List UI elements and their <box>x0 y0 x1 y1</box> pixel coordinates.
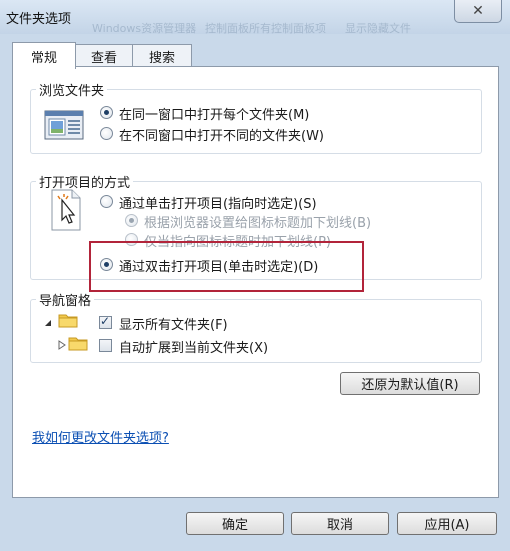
tab-label: 常规 <box>30 50 57 66</box>
expand-arrow-icon <box>44 316 52 331</box>
background-text: 控制面板所有控制面板项 <box>205 22 326 35</box>
title-bar: 文件夹选项 Windows资源管理器 控制面板所有控制面板项 显示隐藏文件 ✕ <box>0 0 510 35</box>
browse-folders-title: 浏览文件夹 <box>36 80 108 99</box>
tab-search[interactable]: 搜索 <box>132 44 192 67</box>
ok-button[interactable]: 确定 <box>186 512 284 535</box>
navigation-pane-title: 导航窗格 <box>36 290 95 309</box>
close-icon: ✕ <box>472 3 484 19</box>
collapsed-arrow-icon <box>58 339 66 354</box>
underline-browser-radio[interactable] <box>125 214 138 227</box>
tab-view[interactable]: 查看 <box>74 44 134 67</box>
show-all-folders-label: 显示所有文件夹(F) <box>119 318 228 333</box>
underline-browser-label: 根据浏览器设置给图标标题加下划线(B) <box>144 216 372 231</box>
folder-window-icon <box>44 110 84 144</box>
cancel-button[interactable]: 取消 <box>291 512 389 535</box>
cancel-label: 取消 <box>326 518 353 533</box>
show-all-folders-checkbox[interactable] <box>99 314 112 329</box>
tab-label: 搜索 <box>148 50 175 66</box>
single-click-label: 通过单击打开项目(指向时选定)(S) <box>119 197 317 212</box>
restore-defaults-label: 还原为默认值(R) <box>361 378 459 393</box>
folder-icon <box>58 312 78 332</box>
tab-label: 查看 <box>90 50 117 66</box>
new-window-radio[interactable] <box>100 127 113 140</box>
double-click-label: 通过双击打开项目(单击时选定)(D) <box>119 260 319 275</box>
same-window-label: 在同一窗口中打开每个文件夹(M) <box>119 108 310 123</box>
window-title: 文件夹选项 <box>6 12 72 27</box>
ok-label: 确定 <box>221 518 248 533</box>
auto-expand-label: 自动扩展到当前文件夹(X) <box>119 341 269 356</box>
tab-general[interactable]: 常规 <box>12 42 76 69</box>
same-window-radio[interactable] <box>100 106 113 119</box>
single-click-radio[interactable] <box>100 195 113 208</box>
click-pointer-icon <box>48 188 84 236</box>
restore-defaults-button[interactable]: 还原为默认值(R) <box>340 372 480 395</box>
apply-button[interactable]: 应用(A) <box>397 512 497 535</box>
auto-expand-checkbox[interactable] <box>99 339 112 352</box>
background-text: 显示隐藏文件 <box>345 22 411 35</box>
close-button[interactable]: ✕ <box>454 0 502 23</box>
folder-icon <box>68 335 88 355</box>
background-text: Windows资源管理器 <box>92 22 197 35</box>
apply-label: 应用(A) <box>424 518 470 533</box>
double-click-radio[interactable] <box>100 258 113 271</box>
help-link[interactable]: 我如何更改文件夹选项? <box>32 427 169 446</box>
new-window-label: 在不同窗口中打开不同的文件夹(W) <box>119 129 324 144</box>
